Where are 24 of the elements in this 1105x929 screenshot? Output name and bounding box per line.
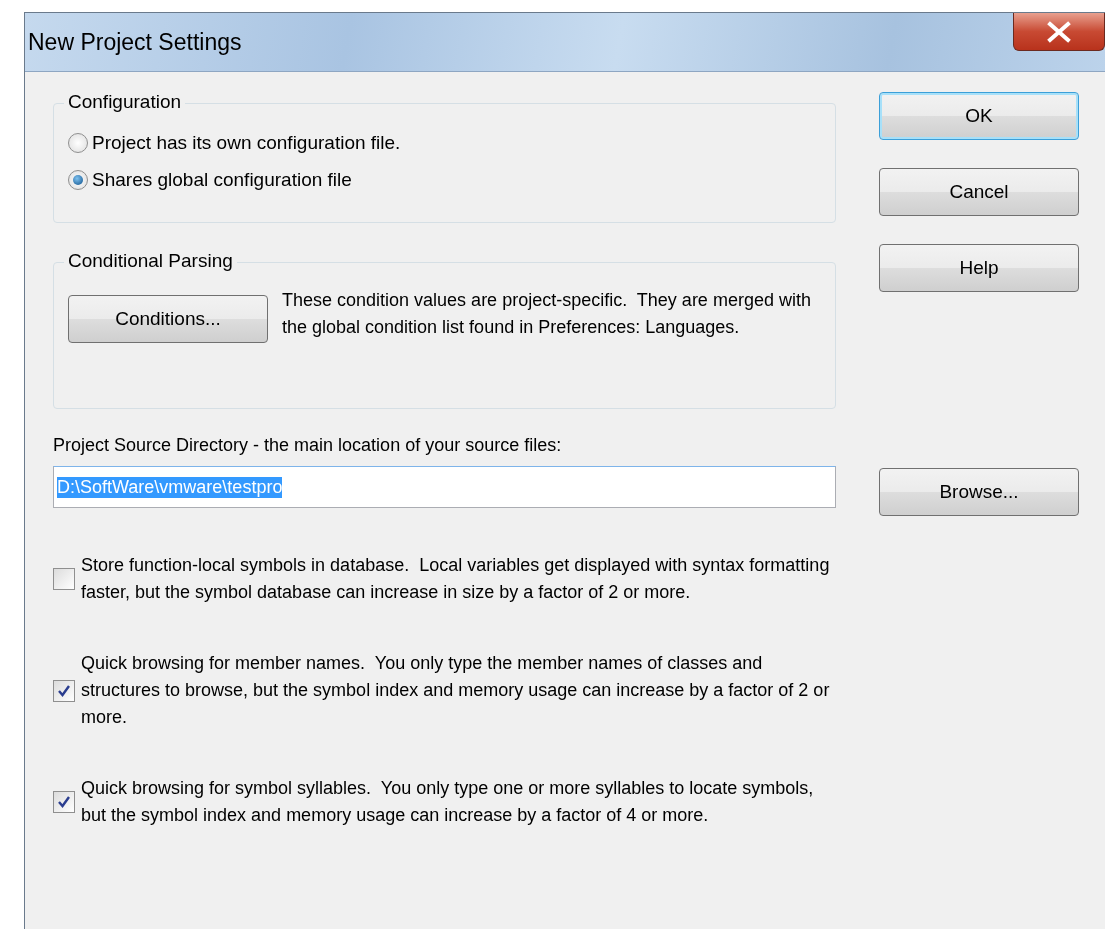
checkbox[interactable]: [53, 568, 75, 590]
close-icon: [1046, 20, 1072, 43]
source-directory-label: Project Source Directory - the main location of your source files:: [53, 435, 563, 456]
checkbox[interactable]: [53, 791, 75, 813]
dialog-button[interactable]: Cancel: [879, 168, 1079, 216]
check-mark-icon: [57, 795, 71, 809]
option-description: Quick browsing for symbol syllables. You only type one or more syllables to locate symbols, but the symbol index and memory usage can increase by a factor of 4 or more.: [81, 777, 815, 827]
conditions-button[interactable]: Conditions...: [68, 295, 268, 343]
radio-label: Project has its own configuration file.: [92, 131, 401, 154]
dialog-button[interactable]: OK: [879, 92, 1079, 140]
radio-option[interactable]: Project has its own configuration file.: [68, 124, 821, 161]
option-description: Store function-local symbols in database. Local variables get displayed with syntax formatting faster, but the symbol database can increase in size by a factor of 2 or more.: [81, 554, 831, 604]
window-title: New Project Settings: [28, 28, 242, 56]
radio-option[interactable]: Shares global configuration file: [68, 161, 821, 198]
radio-label: Shares global configuration file: [92, 168, 352, 191]
browse-button[interactable]: Browse...: [879, 468, 1079, 516]
conditions-description: These condition values are project-specific. They are merged with the global condition list found in Preferences: Languages.: [282, 289, 812, 339]
option-description: Quick browsing for member names. You only type the member names of classes and structures to browse, but the symbol index and memory usage can increase by a factor of 2 or more.: [81, 652, 831, 729]
close-button[interactable]: [1013, 13, 1105, 51]
checkbox[interactable]: [53, 679, 75, 702]
radio-button[interactable]: [68, 132, 88, 153]
radio-button[interactable]: [68, 169, 88, 190]
check-mark-icon: [57, 683, 71, 698]
dialog-button[interactable]: Help: [879, 244, 1079, 292]
